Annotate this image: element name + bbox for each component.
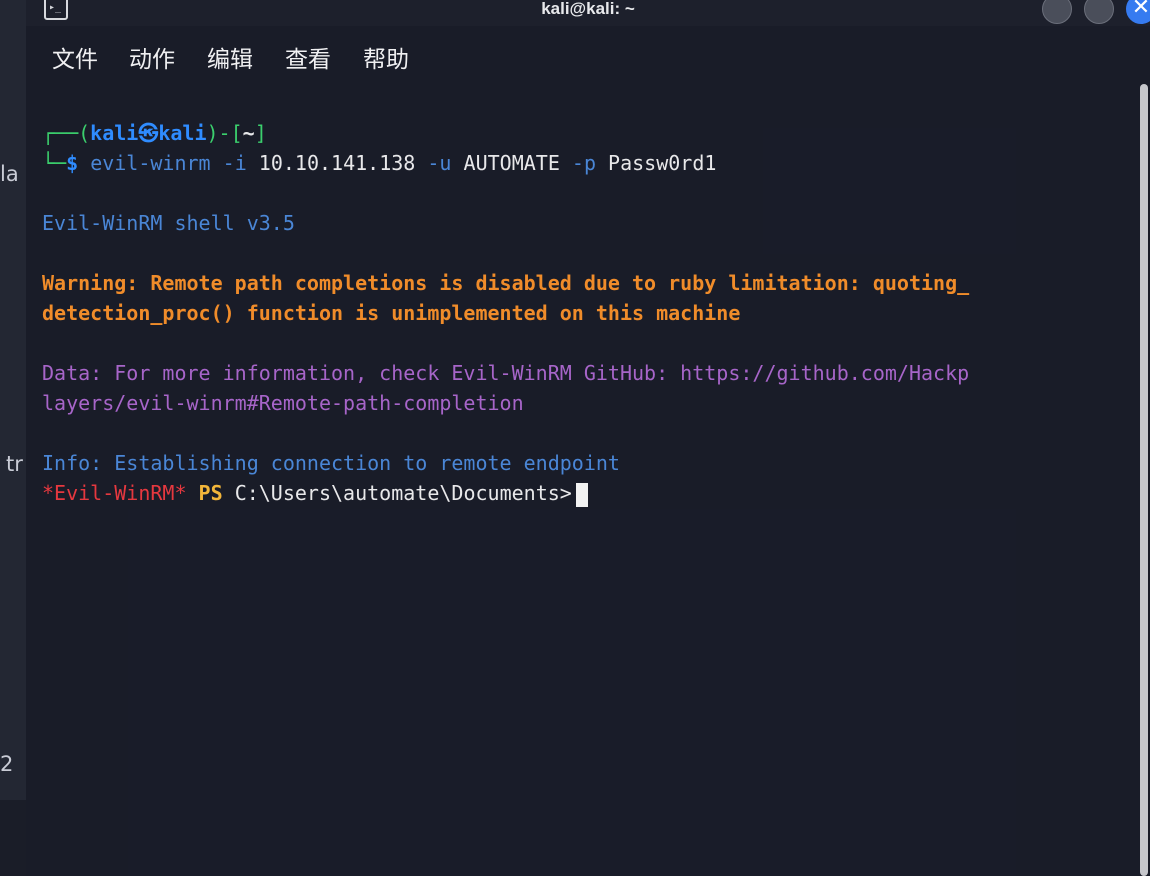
scrollbar[interactable] xyxy=(1140,84,1148,876)
maximize-button[interactable] xyxy=(1084,0,1114,24)
window-title: kali@kali: ~ xyxy=(541,0,635,18)
title-bar[interactable]: ▸_ kali@kali: ~ ✕ xyxy=(26,0,1150,26)
prompt-bracket: )-[ xyxy=(206,121,243,145)
banner-line: Evil-WinRM shell v3.5 xyxy=(42,211,295,235)
data-line: layers/evil-winrm#Remote-path-completion xyxy=(42,391,524,415)
info-line: Info: Establishing connection to remote … xyxy=(42,451,620,475)
prompt-dir: ~ xyxy=(242,121,255,145)
command-line: └─$ evil-winrm -i 10.10.141.138 -u AUTOM… xyxy=(42,148,716,178)
command-arg-password: Passw0rd1 xyxy=(608,151,717,175)
desktop-label-fragment: tr xyxy=(6,452,23,476)
desktop-background xyxy=(0,0,26,876)
minimize-button[interactable] xyxy=(1042,0,1072,24)
prompt-bracket-end: ] xyxy=(254,121,267,145)
close-icon: ✕ xyxy=(1131,0,1150,20)
command-flag: -p xyxy=(571,151,596,175)
menu-help[interactable]: 帮助 xyxy=(363,40,409,74)
prompt-paren: ( xyxy=(78,121,91,145)
prompt-corner: └─ xyxy=(42,151,67,175)
ps-prompt-line: *Evil-WinRM* PS C:\Users\automate\Docume… xyxy=(42,478,588,508)
command-arg-ip: 10.10.141.138 xyxy=(258,151,416,175)
menu-view[interactable]: 查看 xyxy=(285,40,331,74)
status-fragment: 2 xyxy=(0,752,14,776)
prompt-corner: ┌── xyxy=(42,121,79,145)
menu-edit[interactable]: 编辑 xyxy=(207,40,253,74)
terminal-output[interactable]: ┌──(kali㉿kali)-[~] └─$ evil-winrm -i 10.… xyxy=(42,118,969,526)
menu-action[interactable]: 动作 xyxy=(129,40,175,74)
text-cursor[interactable] xyxy=(575,482,588,507)
desktop-label-fragment: la xyxy=(0,162,19,186)
terminal-window: ▸_ kali@kali: ~ ✕ 文件 动作 编辑 查看 帮助 ┌──(kal… xyxy=(26,0,1150,876)
menu-file[interactable]: 文件 xyxy=(52,40,98,74)
prompt-user: kali xyxy=(90,121,139,145)
data-line: Data: For more information, check Evil-W… xyxy=(42,361,970,385)
warning-line: detection_proc() function is unimplement… xyxy=(42,301,741,325)
prompt-host: kali xyxy=(158,121,207,145)
prompt-at-symbol: ㉿ xyxy=(138,121,159,145)
command-flag: -i xyxy=(222,151,247,175)
warning-line: Warning: Remote path completions is disa… xyxy=(42,271,970,295)
prompt-line-top: ┌──(kali㉿kali)-[~] xyxy=(42,118,267,148)
command-name: evil-winrm xyxy=(90,151,211,175)
command-flag: -u xyxy=(427,151,452,175)
evil-winrm-tag: *Evil-WinRM* xyxy=(42,481,187,505)
menu-bar: 文件 动作 编辑 查看 帮助 xyxy=(26,40,1150,80)
desktop-panel xyxy=(0,800,26,876)
prompt-dollar: $ xyxy=(66,151,79,175)
ps-path: C:\Users\automate\Documents> xyxy=(234,481,572,505)
close-button[interactable]: ✕ xyxy=(1126,0,1150,24)
command-arg-user: AUTOMATE xyxy=(463,151,560,175)
ps-label: PS xyxy=(198,481,223,505)
